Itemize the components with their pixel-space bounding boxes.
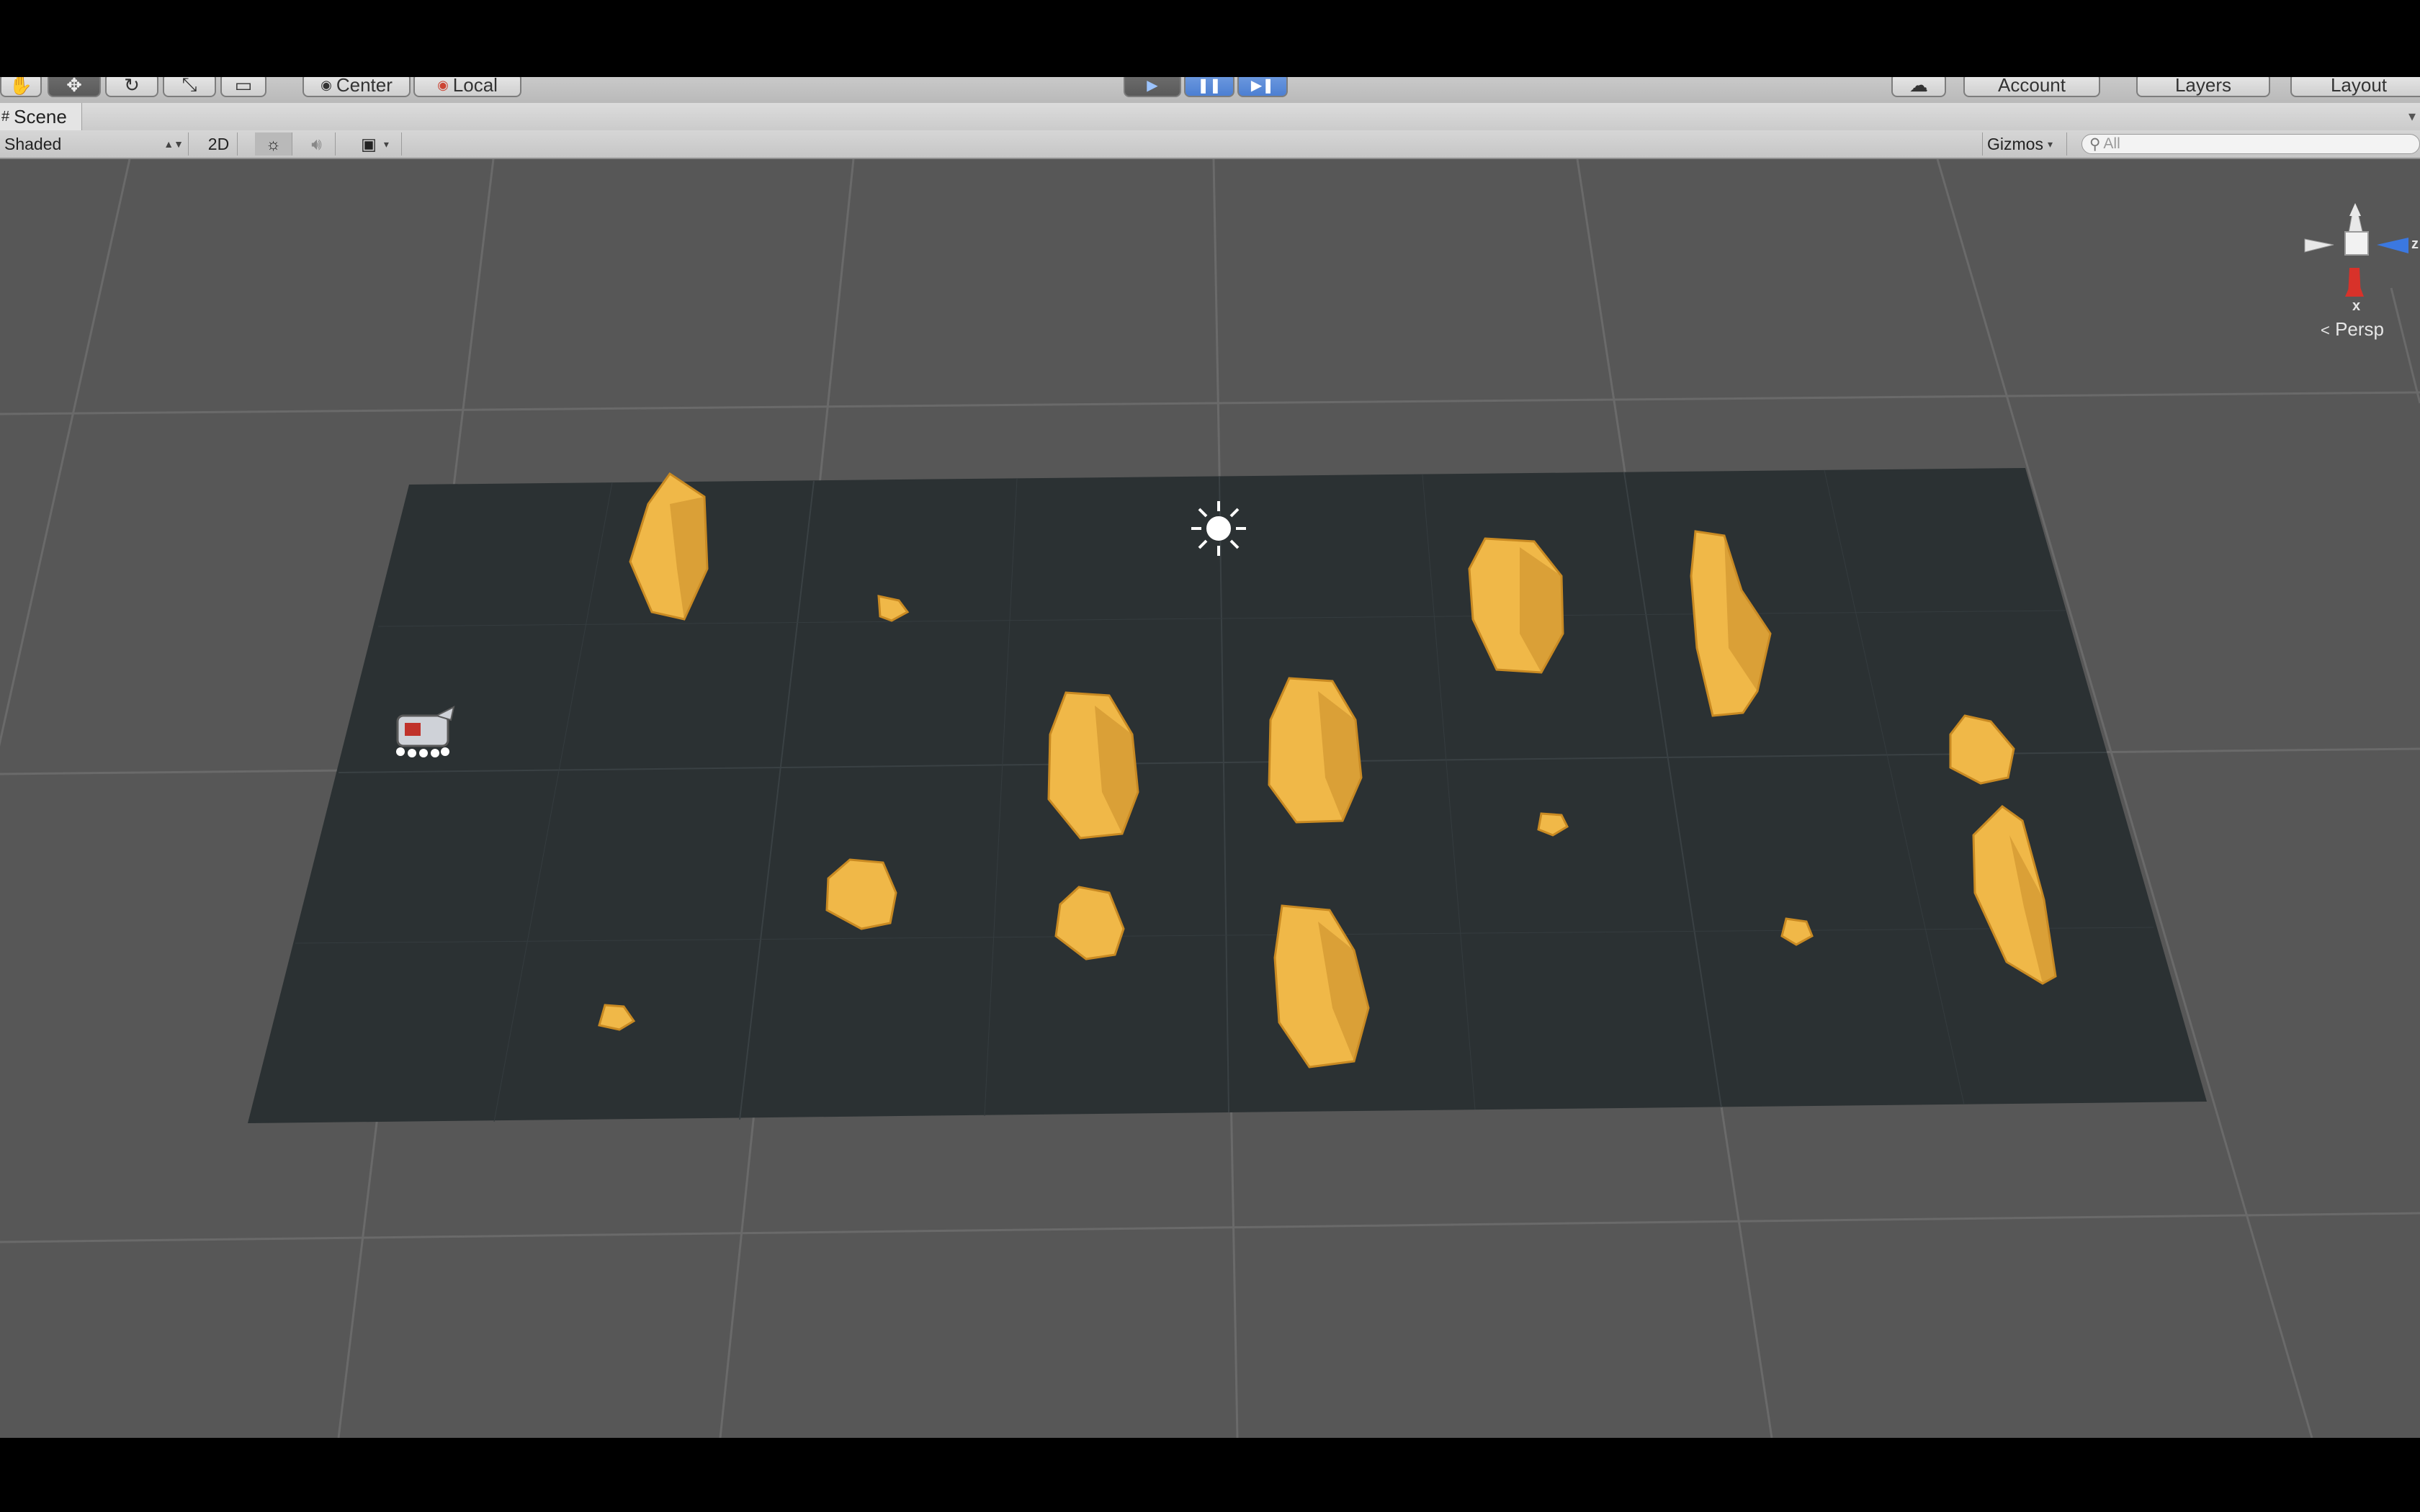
hand-tool-button[interactable]: ✋ — [0, 77, 42, 97]
video-letterbox-bottom — [0, 1438, 2420, 1512]
space-label: Local — [452, 77, 498, 96]
chevron-down-icon: ▲▼ — [163, 138, 184, 150]
play-icon: ▶ — [1147, 77, 1158, 94]
orientation-gizmo[interactable] — [2304, 203, 2408, 297]
gizmos-dropdown[interactable]: Gizmos ▾ — [1982, 132, 2067, 156]
video-letterbox-top — [0, 0, 2420, 77]
scale-icon: ⤡ — [182, 77, 197, 95]
search-icon: ⚲ — [2089, 135, 2101, 153]
pause-button[interactable]: ❚❚ — [1184, 77, 1234, 97]
rotate-icon: ↻ — [124, 77, 140, 96]
hand-icon: ✋ — [9, 77, 33, 96]
pivot-icon: ◉ — [321, 77, 332, 92]
scene-viewport[interactable]: x z < Persp — [0, 159, 2420, 1438]
lighting-toggle[interactable]: ☼ — [255, 132, 292, 156]
main-toolbar: ✋ ✥ ↻ ⤡ ▭ ◉ Center ◉ Local ▶ ❚❚ ▶❚ ☁ Acc… — [0, 77, 2420, 104]
local-icon: ◉ — [437, 77, 449, 92]
pivot-center-button[interactable]: ◉ Center — [302, 77, 411, 97]
chevron-down-icon: ▾ — [383, 138, 389, 150]
move-tool-button[interactable]: ✥ — [48, 77, 101, 97]
account-label: Account — [1998, 77, 2066, 96]
scene-toolbar: Shaded ▲▼ 2D ☼ 🔊︎ ▣ ▾ Gizmos ▾ ⚲ All — [0, 130, 2420, 159]
scene-tab-label: Scene — [14, 105, 67, 127]
pause-icon: ❚❚ — [1197, 77, 1222, 94]
scale-tool-button[interactable]: ⤡ — [163, 77, 216, 97]
gizmo-z-label: z — [2411, 236, 2419, 252]
search-placeholder: All — [2103, 135, 2120, 152]
layout-label: Layout — [2330, 77, 2388, 96]
chevron-down-icon: ▾ — [2047, 138, 2053, 150]
sun-light-icon[interactable] — [1191, 501, 1246, 556]
tab-menu-icon[interactable]: ▾ — [2408, 107, 2416, 125]
draw-mode-label: Shaded — [4, 134, 62, 153]
speaker-icon: 🔊︎ — [311, 134, 322, 153]
tab-scene[interactable]: # Scene — [0, 103, 82, 130]
audio-toggle[interactable]: 🔊︎ — [298, 132, 336, 156]
2d-label: 2D — [207, 134, 230, 153]
image-icon: ▣ — [361, 134, 377, 153]
space-local-button[interactable]: ◉ Local — [413, 77, 521, 97]
play-button[interactable]: ▶ — [1124, 77, 1181, 97]
2d-toggle[interactable]: 2D — [200, 132, 238, 156]
gizmos-label: Gizmos — [1987, 134, 2043, 153]
layers-dropdown[interactable]: Layers — [2136, 77, 2270, 97]
move-icon: ✥ — [66, 77, 82, 96]
sun-toggle-icon: ☼ — [265, 134, 282, 153]
scene-tab-icon: # — [1, 108, 10, 125]
step-button[interactable]: ▶❚ — [1237, 77, 1288, 97]
gizmo-x-label: x — [2352, 298, 2361, 314]
cloud-icon: ☁ — [1909, 77, 1928, 96]
projection-label[interactable]: < Persp — [2321, 318, 2384, 341]
layers-label: Layers — [2174, 77, 2232, 96]
scene-tab-bar: # Scene ▾ — [0, 103, 2420, 131]
layout-dropdown[interactable]: Layout — [2290, 77, 2420, 97]
effects-dropdown[interactable]: ▣ ▾ — [349, 132, 402, 156]
cloud-button[interactable]: ☁ — [1891, 77, 1946, 97]
hierarchy-search-input[interactable]: ⚲ All — [2081, 134, 2420, 154]
persp-label: Persp — [2335, 318, 2385, 340]
chevron-left-icon: < — [2321, 321, 2330, 339]
account-dropdown[interactable]: Account — [1963, 77, 2100, 97]
draw-mode-dropdown[interactable]: Shaded ▲▼ — [0, 132, 189, 156]
pivot-label: Center — [336, 77, 393, 96]
rotate-tool-button[interactable]: ↻ — [105, 77, 158, 97]
rect-icon: ▭ — [234, 77, 253, 96]
step-icon: ▶❚ — [1250, 77, 1275, 94]
scene-grid-svg — [0, 159, 2420, 1438]
rect-tool-button[interactable]: ▭ — [220, 77, 266, 97]
